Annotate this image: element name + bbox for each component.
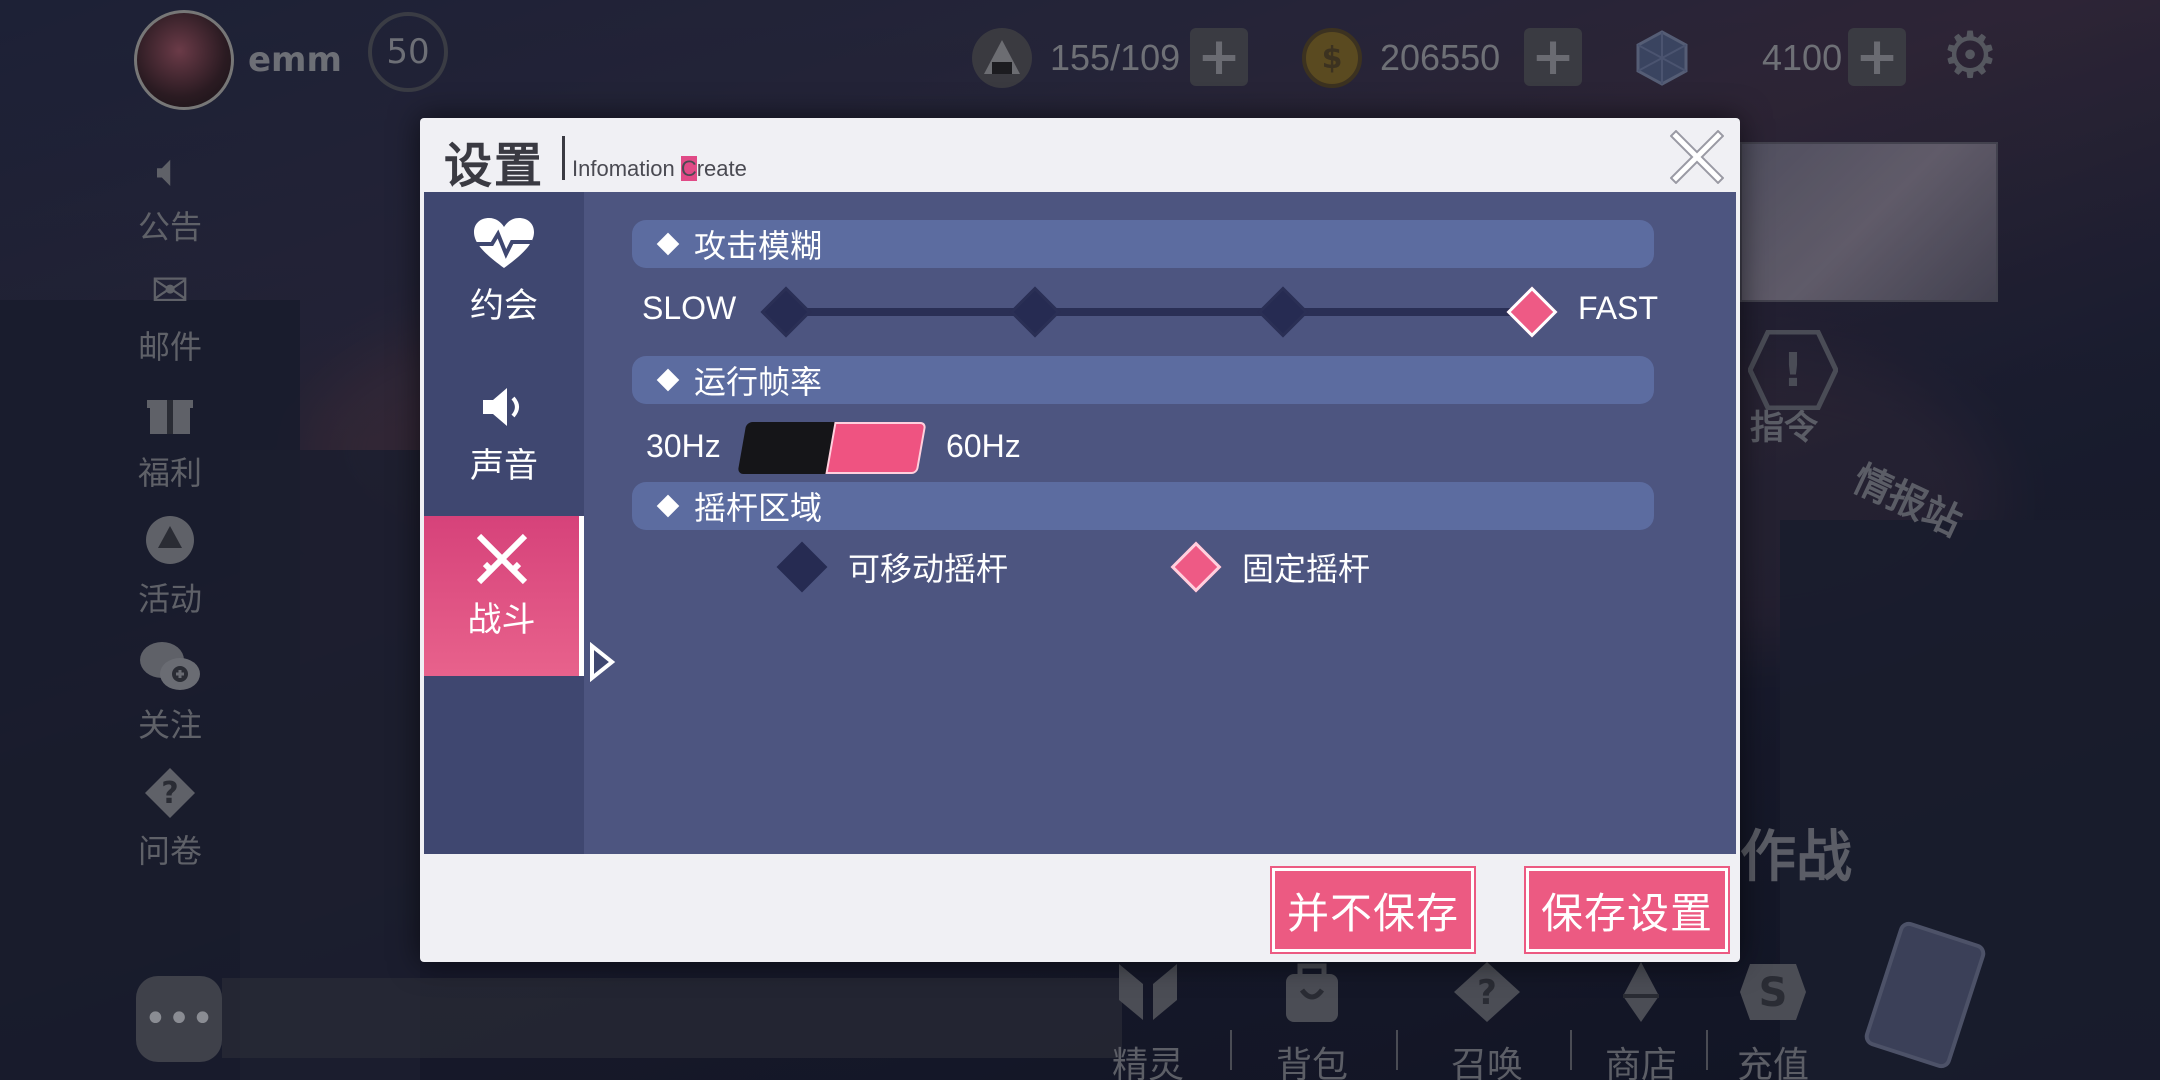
diamond-bullet-icon <box>656 368 680 392</box>
command-icon: ! <box>1747 329 1839 411</box>
dialog-title: 设置 <box>444 138 545 194</box>
close-icon <box>1669 129 1725 185</box>
gift-icon <box>120 388 220 444</box>
section-title: 运行帧率 <box>694 363 823 401</box>
menu-follow[interactable]: 关注 <box>120 640 220 746</box>
slider-step-1[interactable] <box>760 286 812 338</box>
nav-divider <box>1230 1030 1232 1070</box>
svg-text:!: ! <box>1783 343 1804 397</box>
menu-event[interactable]: 活动 <box>120 514 220 620</box>
summon-icon: ? <box>1432 960 1542 1030</box>
dialog-subtitle: Infomation Create <box>572 156 747 182</box>
speaker-icon <box>424 362 584 432</box>
diamond-bullet-icon <box>656 494 680 518</box>
section-title: 攻击模糊 <box>694 227 823 265</box>
nav-divider <box>1396 1030 1398 1070</box>
radio-fixed-joystick[interactable]: 固定摇杆 <box>1170 541 1371 593</box>
shop-icon <box>1586 960 1696 1030</box>
event-icon <box>120 514 220 570</box>
radio-movable-joystick[interactable]: 可移动摇杆 <box>776 541 1009 593</box>
top-bar: emm 50 155/109 + $ 206550 + 4100 + ⚙ <box>0 0 2160 120</box>
player-avatar[interactable] <box>134 10 234 110</box>
tab-dating[interactable]: 约会 <box>424 202 584 362</box>
svg-text:?: ? <box>1477 973 1497 1013</box>
wechat-icon <box>120 640 220 696</box>
tab-sound[interactable]: 声音 <box>424 362 584 522</box>
nav-shop[interactable]: 商店 <box>1586 960 1696 1080</box>
subtitle-highlight: C <box>680 156 697 181</box>
coin-icon: $ <box>1302 28 1362 88</box>
nav-divider <box>1570 1030 1572 1070</box>
add-stamina-button[interactable]: + <box>1190 28 1248 86</box>
nav-divider <box>1706 1030 1708 1070</box>
save-button[interactable]: 保存设置 <box>1524 866 1730 954</box>
slider-step-3[interactable] <box>1257 286 1309 338</box>
menu-mail[interactable]: ✉︎ 邮件 <box>120 262 220 368</box>
recharge-icon: S <box>1718 960 1828 1030</box>
chevron-right-icon <box>588 641 618 683</box>
heart-icon <box>424 202 584 272</box>
slider-step-4[interactable] <box>1506 286 1558 338</box>
radio-label: 可移动摇杆 <box>848 550 1009 588</box>
section-joystick: 摇杆区域 <box>632 482 1654 530</box>
player-level: 50 <box>368 12 448 92</box>
frame-rate-high-label: 60Hz <box>946 428 1021 464</box>
chat-field[interactable] <box>222 978 1122 1058</box>
crystal-icon <box>1632 28 1692 88</box>
section-attack-blur: 攻击模糊 <box>632 220 1654 268</box>
crystal-value: 4100 <box>1762 37 1843 78</box>
menu-announcement[interactable]: 🔈︎ 公告 <box>120 142 220 248</box>
svg-text:S: S <box>1759 970 1788 1016</box>
resource-coins: $ 206550 <box>1302 26 1500 90</box>
add-crystals-button[interactable]: + <box>1848 28 1906 86</box>
attack-blur-slider-track[interactable] <box>786 308 1532 316</box>
rice-ball-icon <box>972 28 1032 88</box>
section-title: 摇杆区域 <box>694 489 823 527</box>
radio-diamond <box>1170 541 1222 593</box>
nav-recharge[interactable]: S 充值 <box>1718 960 1828 1080</box>
discard-button[interactable]: 并不保存 <box>1270 866 1476 954</box>
mail-icon: ✉︎ <box>150 263 190 317</box>
subtitle-text: Infomation <box>572 156 681 181</box>
nav-spirit[interactable]: 精灵 <box>1093 960 1203 1080</box>
slider-min-label: SLOW <box>642 290 737 326</box>
coin-value: 206550 <box>1380 37 1501 78</box>
resource-crystals: 4100 <box>1632 26 1842 90</box>
gear-icon[interactable]: ⚙ <box>1938 24 2002 88</box>
diamond-bullet-icon <box>656 232 680 256</box>
frame-rate-low-label: 30Hz <box>646 428 721 464</box>
nav-summon[interactable]: ? 召唤 <box>1432 960 1542 1080</box>
radio-diamond <box>776 541 828 593</box>
toggle-on-segment <box>825 422 927 474</box>
subtitle-text-end: reate <box>696 156 747 181</box>
section-frame-rate: 运行帧率 <box>632 356 1654 404</box>
slider-step-2[interactable] <box>1009 286 1061 338</box>
question-icon: ? <box>120 766 220 822</box>
title-divider <box>562 136 565 180</box>
frame-rate-toggle[interactable] <box>737 422 927 474</box>
menu-welfare[interactable]: 福利 <box>120 388 220 494</box>
stamina-value: 155/109 <box>1050 37 1181 78</box>
radio-label: 固定摇杆 <box>1242 550 1371 588</box>
slider-max-label: FAST <box>1578 290 1659 326</box>
menu-survey[interactable]: ? 问卷 <box>120 766 220 872</box>
settings-tabs: 约会 声音 战斗 <box>424 192 584 854</box>
dialog-body: 约会 声音 战斗 攻击模糊 SLOW FAST 运行帧率 30Hz 60Hz 摇… <box>424 192 1736 854</box>
add-coins-button[interactable]: + <box>1524 28 1582 86</box>
close-button[interactable] <box>1669 129 1725 185</box>
nav-bag[interactable]: 背包 <box>1257 960 1367 1080</box>
spirit-icon <box>1093 960 1203 1030</box>
bag-icon <box>1257 960 1367 1030</box>
player-name: emm <box>248 40 342 80</box>
tab-battle[interactable]: 战斗 <box>424 516 584 676</box>
settings-dialog: 设置 Infomation Create 约会 声音 战斗 攻击模糊 SLOW … <box>420 118 1740 962</box>
event-banner[interactable] <box>1740 142 1998 302</box>
resource-stamina: 155/109 <box>972 26 1180 90</box>
swords-icon <box>424 516 579 586</box>
battle-label[interactable]: 作战 <box>1740 812 1852 893</box>
chat-button[interactable]: ••• <box>136 976 222 1062</box>
svg-text:?: ? <box>161 776 178 811</box>
speaker-icon: 🔈︎ <box>156 143 184 197</box>
